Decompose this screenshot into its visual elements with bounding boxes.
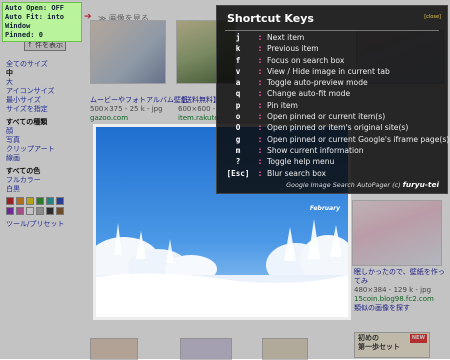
shortcut-row: q: Change auto-fit mode bbox=[223, 88, 445, 99]
shortcut-separator: : bbox=[258, 157, 262, 167]
shortcut-key: f bbox=[235, 55, 241, 65]
autopager-status-panel: Auto Open: OFF Auto Fit: into Window Pin… bbox=[2, 2, 82, 42]
shortcut-separator: : bbox=[258, 44, 262, 54]
shortcut-key: p bbox=[235, 100, 241, 110]
shortcut-key: a bbox=[235, 78, 241, 88]
shortcut-description: Toggle auto-preview mode bbox=[267, 78, 368, 88]
shortcut-keys-panel: Shortcut Keys [close] j: Next item k: Previ… bbox=[216, 5, 450, 194]
shortcut-separator: : bbox=[258, 168, 262, 178]
shortcut-separator: : bbox=[258, 55, 262, 65]
shortcut-description: Blur search box bbox=[267, 168, 327, 178]
footer-author[interactable]: furyu-tei bbox=[403, 180, 439, 189]
shortcut-separator: : bbox=[258, 123, 262, 133]
shortcut-key: j bbox=[235, 33, 241, 42]
shortcut-key: k bbox=[235, 44, 241, 54]
panel-footer: Google Image Search AutoPager (c) furyu-… bbox=[286, 180, 439, 189]
close-link[interactable]: [close] bbox=[424, 14, 441, 20]
shortcut-description: Change auto-fit mode bbox=[267, 89, 351, 99]
shortcut-separator: : bbox=[258, 66, 262, 76]
shortcut-row: g: Open pinned or current Google's iframe… bbox=[223, 134, 450, 145]
shortcut-row: ?: Toggle help menu bbox=[223, 156, 445, 167]
shortcut-key: q bbox=[235, 89, 241, 99]
shortcut-key: m bbox=[235, 145, 241, 155]
shortcut-description: Open pinned or item's original site(s) bbox=[267, 123, 409, 133]
pinned-status: Pinned: 0 bbox=[5, 31, 43, 39]
shortcut-separator: : bbox=[258, 134, 262, 144]
shortcut-list: j: Next item k: Previous item f: Focus on sea… bbox=[223, 32, 450, 179]
shortcut-description: Toggle help menu bbox=[267, 157, 335, 167]
shortcut-description: Pin item bbox=[267, 100, 298, 110]
shortcut-separator: : bbox=[258, 100, 262, 110]
shortcut-row: o: Open pinned or current item(s) bbox=[223, 111, 445, 122]
shortcut-row: v: View / Hide image in current tab bbox=[223, 66, 445, 77]
shortcut-description: Next item bbox=[267, 33, 305, 42]
auto-fit-status: Auto Fit: into Window bbox=[5, 13, 65, 30]
shortcut-key: ? bbox=[235, 157, 241, 167]
shortcut-row: f: Focus on search box bbox=[223, 55, 445, 66]
shortcut-separator: : bbox=[258, 112, 262, 122]
auto-open-status: Auto Open: OFF bbox=[5, 4, 65, 12]
footer-credit: Google Image Search AutoPager (c) bbox=[286, 181, 401, 189]
shortcut-row: p: Pin item bbox=[223, 100, 445, 111]
shortcut-separator: : bbox=[258, 145, 262, 155]
shortcut-row: [Esc]: Blur search box bbox=[223, 168, 445, 179]
shortcut-description: View / Hide image in current tab bbox=[267, 66, 390, 76]
shortcut-row: m: Show current information bbox=[223, 145, 445, 156]
shortcut-panel-title: Shortcut Keys bbox=[227, 12, 314, 25]
shortcut-row: a: Toggle auto-preview mode bbox=[223, 77, 445, 88]
shortcut-row: j: Next item bbox=[223, 32, 445, 43]
shortcut-description: Open pinned or current Google's iframe p… bbox=[267, 134, 450, 144]
shortcut-separator: : bbox=[258, 89, 262, 99]
preview-watermark: February bbox=[309, 205, 340, 212]
shortcut-key: v bbox=[235, 66, 241, 76]
shortcut-row: k: Previous item bbox=[223, 43, 445, 54]
shortcut-key: [Esc] bbox=[226, 168, 250, 178]
shortcut-description: Focus on search box bbox=[267, 55, 345, 65]
shortcut-description: Show current information bbox=[267, 145, 364, 155]
shortcut-description: Previous item bbox=[267, 44, 319, 54]
shortcut-key: O bbox=[235, 123, 241, 133]
shortcut-row: O: Open pinned or item's original site(s) bbox=[223, 122, 445, 133]
divider bbox=[225, 30, 439, 31]
shortcut-separator: : bbox=[258, 78, 262, 88]
shortcut-separator: : bbox=[258, 33, 262, 42]
shortcut-description: Open pinned or current item(s) bbox=[267, 112, 386, 122]
shortcut-key: o bbox=[235, 112, 241, 122]
shortcut-key: g bbox=[235, 134, 241, 144]
